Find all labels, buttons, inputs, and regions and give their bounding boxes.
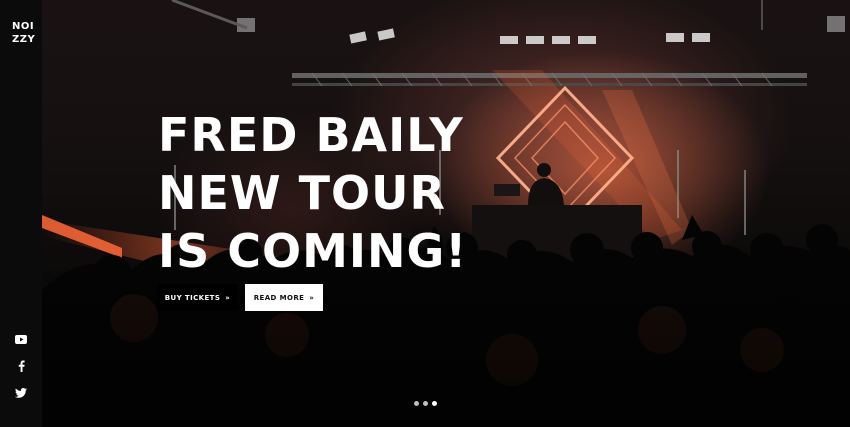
slider-dot-3[interactable] xyxy=(432,401,437,406)
youtube-link[interactable] xyxy=(0,330,42,348)
facebook-icon xyxy=(18,360,25,372)
buy-tickets-button[interactable]: BUY TICKETS » xyxy=(157,284,238,311)
hero-page: NOI ZZY FRED BAILY NEW TOUR IS COMING! B… xyxy=(0,0,850,427)
twitter-link[interactable] xyxy=(0,384,42,402)
chevron-right-icon: » xyxy=(225,293,231,302)
facebook-link[interactable] xyxy=(0,357,42,375)
slider-dot-2[interactable] xyxy=(423,401,428,406)
read-more-button[interactable]: READ MORE » xyxy=(245,284,323,311)
logo-line-2: ZZY xyxy=(12,34,36,45)
headline-line-3: IS COMING! xyxy=(158,224,468,278)
chevron-right-icon: » xyxy=(309,293,315,302)
buy-tickets-label: BUY TICKETS xyxy=(164,293,221,302)
slider-pagination xyxy=(414,401,437,406)
headline-line-2: NEW TOUR xyxy=(158,166,446,220)
site-logo[interactable]: NOI ZZY xyxy=(12,20,35,46)
headline-line-1: FRED BAILY xyxy=(158,108,464,162)
youtube-icon xyxy=(15,334,27,344)
read-more-label: READ MORE xyxy=(253,293,305,302)
logo-line-1: NOI xyxy=(12,21,35,32)
slider-dot-1[interactable] xyxy=(414,401,419,406)
left-sidebar: NOI ZZY xyxy=(0,0,42,427)
twitter-icon xyxy=(15,388,27,398)
hero-headline: FRED BAILY NEW TOUR IS COMING! xyxy=(158,106,467,280)
